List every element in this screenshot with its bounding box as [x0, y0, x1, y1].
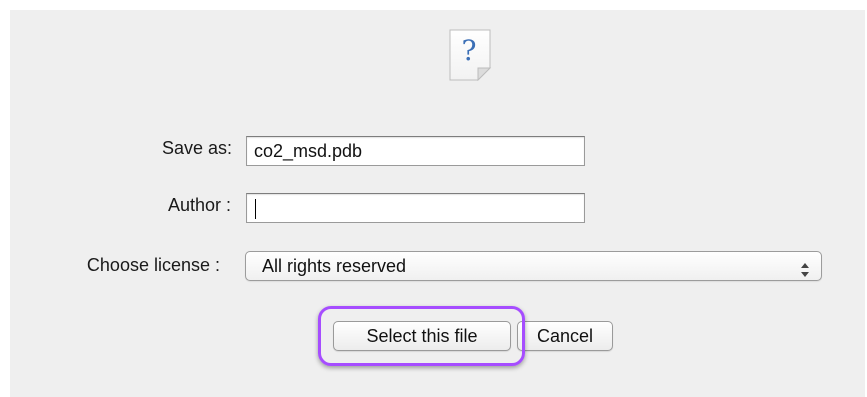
unknown-file-icon: ?	[447, 29, 493, 81]
select-this-file-button[interactable]: Select this file	[333, 321, 511, 351]
license-selected-value: All rights reserved	[262, 256, 407, 276]
text-caret	[255, 199, 256, 220]
save-as-field[interactable]: co2_msd.pdb	[246, 136, 585, 166]
license-select[interactable]: All rights reserved	[245, 251, 822, 281]
cancel-button[interactable]: Cancel	[517, 321, 613, 351]
save-as-label: Save as:	[161, 138, 232, 158]
up-down-arrows-icon	[800, 258, 810, 277]
save-as-value: co2_msd.pdb	[254, 141, 363, 161]
question-mark-glyph: ?	[461, 34, 476, 67]
license-label: Choose license :	[86, 255, 220, 275]
author-field[interactable]	[246, 193, 585, 223]
author-label: Author :	[167, 195, 231, 215]
